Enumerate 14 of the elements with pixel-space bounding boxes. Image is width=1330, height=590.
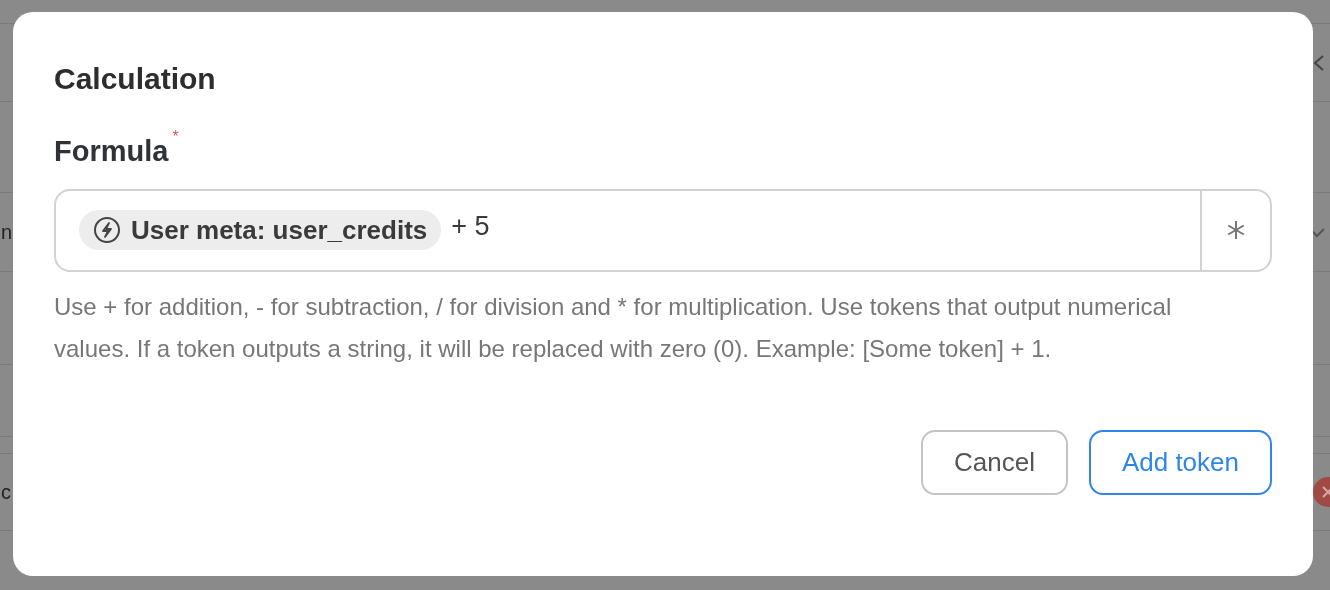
field-label: Formula xyxy=(54,134,169,169)
formula-text: + 5 xyxy=(451,210,490,242)
bolt-icon xyxy=(93,216,121,245)
cancel-button[interactable]: Cancel xyxy=(920,429,1068,495)
dialog-title: Calculation xyxy=(54,64,217,94)
formula-field[interactable]: User meta: user_credits + 5 xyxy=(54,188,1272,272)
required-mark: * xyxy=(172,128,179,146)
help-text: Use + for addition, - for subtraction, / for division and * for multiplication. Use tokens that output numerical values. If a token outputs a string, it will be replaced with zero (0). Example: [Some token] + 1. xyxy=(54,291,1173,364)
row-text: c xyxy=(1,480,11,504)
token-chip[interactable]: User meta: user_credits xyxy=(79,210,442,251)
chevron-left-icon[interactable] xyxy=(1312,53,1326,72)
asterisk-icon xyxy=(1226,220,1246,241)
add-token-button[interactable]: Add token xyxy=(1088,429,1272,495)
row-text: n xyxy=(1,220,13,244)
